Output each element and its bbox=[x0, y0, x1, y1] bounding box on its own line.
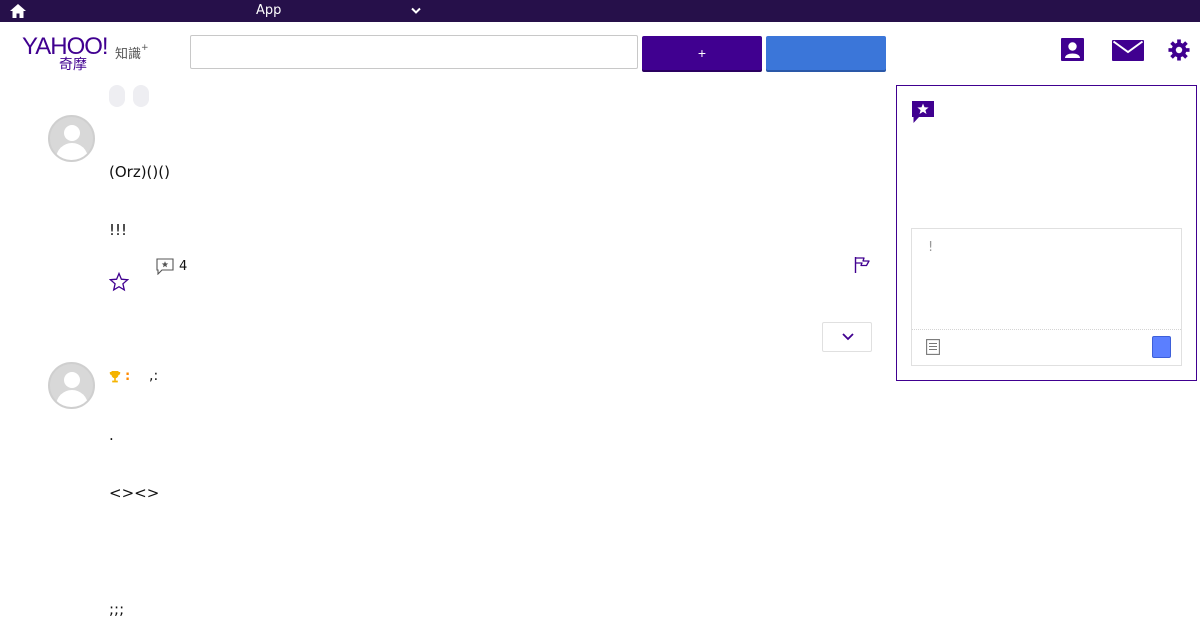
comment-icon[interactable] bbox=[156, 258, 174, 275]
ask-question-button[interactable]: + bbox=[642, 36, 762, 70]
answer-meta: ,: bbox=[149, 368, 159, 384]
logo-chinese: 奇摩 bbox=[59, 57, 87, 73]
answer-text-line: . bbox=[109, 426, 114, 444]
divider bbox=[912, 329, 1181, 330]
gear-icon[interactable] bbox=[1168, 38, 1190, 62]
answerer-avatar[interactable] bbox=[48, 362, 95, 409]
chevron-down-icon[interactable] bbox=[410, 6, 422, 16]
search-button[interactable] bbox=[766, 36, 886, 70]
category-tag[interactable] bbox=[133, 85, 149, 107]
best-answer-marker: : bbox=[125, 369, 131, 384]
comment-count: 4 bbox=[179, 259, 188, 274]
logo-subtitle: 知識+ bbox=[115, 43, 149, 62]
panel-input-placeholder[interactable]: ! bbox=[928, 240, 933, 255]
category-tag[interactable] bbox=[109, 85, 125, 107]
panel-input-card[interactable]: ! bbox=[911, 228, 1182, 366]
top-strip: App bbox=[0, 0, 1200, 22]
panel-submit-button[interactable] bbox=[1152, 336, 1171, 358]
sort-dropdown[interactable] bbox=[822, 322, 872, 352]
home-icon[interactable] bbox=[9, 3, 27, 19]
side-panel: ! bbox=[896, 85, 1197, 381]
answer-text-line: <><> bbox=[109, 484, 160, 502]
trophy-icon bbox=[109, 371, 121, 383]
panel-star-icon bbox=[912, 101, 934, 123]
app-label[interactable]: App bbox=[256, 3, 281, 18]
profile-icon[interactable] bbox=[1061, 38, 1084, 61]
asker-avatar[interactable] bbox=[48, 115, 95, 162]
mail-icon[interactable] bbox=[1112, 40, 1144, 61]
question-text-line: (Orz)()() bbox=[109, 163, 170, 181]
logo[interactable]: YAHOO! 知識+ 奇摩 bbox=[22, 33, 157, 73]
chevron-down-icon bbox=[842, 333, 854, 341]
star-icon[interactable] bbox=[109, 272, 129, 292]
search-input[interactable] bbox=[190, 35, 638, 69]
question-text-line: !!! bbox=[109, 221, 128, 239]
flag-icon[interactable] bbox=[853, 256, 871, 274]
document-icon[interactable] bbox=[926, 339, 940, 355]
answer-text-line: ;;; bbox=[109, 600, 125, 618]
